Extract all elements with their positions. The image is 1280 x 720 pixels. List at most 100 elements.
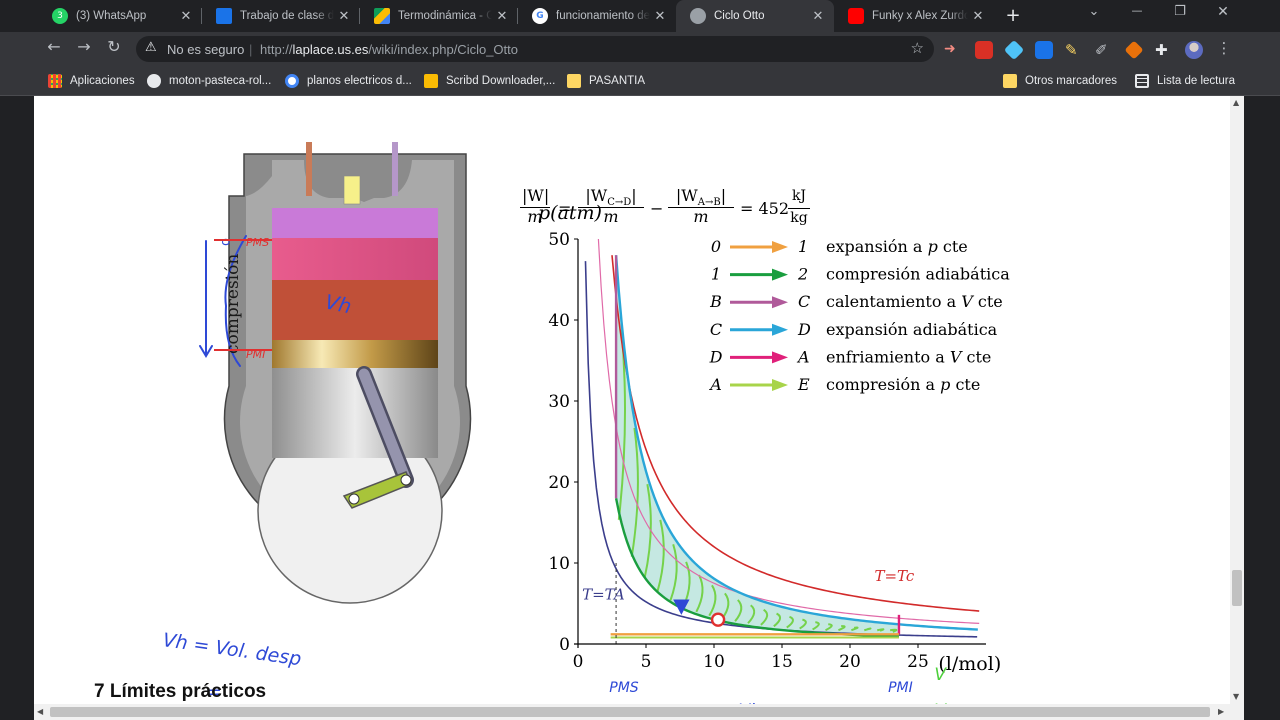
bookmark-pasantia[interactable]: PASANTIA xyxy=(567,72,645,90)
tab-title: Trabajo de clase de xyxy=(240,10,334,22)
legend-arrow-head xyxy=(772,323,788,336)
new-tab-button[interactable]: + xyxy=(1001,5,1025,26)
bookmark-scribd[interactable]: Scribd Downloader,... xyxy=(424,72,555,90)
drive-icon xyxy=(374,8,390,24)
close-tab-icon[interactable]: ✕ xyxy=(650,9,670,24)
minimize-button[interactable]: — xyxy=(1125,4,1149,17)
legend-arrow-head xyxy=(772,296,788,309)
reload-icon[interactable]: ↻ xyxy=(102,37,126,56)
scribd-icon xyxy=(424,74,438,88)
vertical-scroll-thumb[interactable] xyxy=(1232,570,1242,606)
vertical-scrollbar[interactable] xyxy=(1230,96,1244,704)
tab-ciclo-otto[interactable]: Ciclo Otto ✕ xyxy=(676,0,834,32)
tab-strip: 3 (3) WhatsApp ✕ Trabajo de clase de ✕ T… xyxy=(0,0,1280,32)
tab-whatsapp[interactable]: 3 (3) WhatsApp ✕ xyxy=(38,0,202,32)
globe-icon xyxy=(690,8,706,24)
bookmark-label: Lista de lectura xyxy=(1157,75,1235,87)
reading-list[interactable]: Lista de lectura xyxy=(1135,72,1235,90)
back-icon[interactable]: ← xyxy=(42,37,66,56)
folder-icon xyxy=(1003,74,1017,88)
extension-arrow-icon[interactable]: ➜ xyxy=(944,41,962,59)
close-tab-icon[interactable]: ✕ xyxy=(968,9,988,24)
y-tick-label: 50 xyxy=(548,230,570,250)
ta-label: T=TA xyxy=(582,585,625,603)
legend-from: D xyxy=(709,347,723,366)
legend-from: C xyxy=(710,320,722,339)
hatch-stroke xyxy=(877,628,885,632)
tab-drive[interactable]: Termodinámica - Go ✕ xyxy=(360,0,518,32)
bookmark-other-folder[interactable]: Otros marcadores xyxy=(1003,72,1117,90)
cycle-area xyxy=(616,255,899,636)
v-green-annotation: V xyxy=(934,665,947,685)
x-tick-label: 25 xyxy=(907,652,929,672)
y-tick-label: 0 xyxy=(559,635,570,655)
restore-button[interactable]: ❐ xyxy=(1168,4,1192,19)
bookmark-moton[interactable]: moton-pasteca-rol... xyxy=(147,72,271,90)
tab-youtube[interactable]: Funky x Alex Zurdo ✕ xyxy=(834,0,994,32)
legend-to: C xyxy=(798,292,810,311)
isotherm-ta xyxy=(584,261,978,638)
google-icon xyxy=(285,74,299,88)
legend-to: 2 xyxy=(797,265,808,284)
pmi-annotation: PMI xyxy=(888,680,913,696)
legend-from: 1 xyxy=(711,265,721,284)
state-marker-circle xyxy=(710,612,726,627)
legend-label: expansión adiabática xyxy=(826,320,998,339)
vh-equation-label: Vh = Vol. desp xyxy=(161,629,302,670)
whatsapp-icon: 3 xyxy=(52,8,68,24)
security-label[interactable]: No es seguro xyxy=(167,42,244,57)
legend-from: 0 xyxy=(711,237,721,256)
tab-classroom[interactable]: Trabajo de clase de ✕ xyxy=(202,0,360,32)
tab-title: (3) WhatsApp xyxy=(76,10,147,22)
close-tab-icon[interactable]: ✕ xyxy=(334,9,354,24)
legend-to: 1 xyxy=(798,237,808,256)
legend-label: enfriamiento a V cte xyxy=(826,347,991,366)
legend-from: B xyxy=(709,292,722,311)
tab-search-chevron-icon[interactable]: ⌄ xyxy=(1082,4,1106,19)
legend-to: E xyxy=(797,375,810,394)
extension-red-icon[interactable] xyxy=(975,41,993,59)
bookmark-star-icon[interactable]: ☆ xyxy=(911,39,924,57)
close-tab-icon[interactable]: ✕ xyxy=(492,9,512,24)
scroll-right-arrow-icon[interactable]: ▶ xyxy=(1218,707,1224,716)
bookmark-planos[interactable]: planos electricos d... xyxy=(285,72,412,90)
y-tick-label: 10 xyxy=(548,554,570,574)
tab-google-search[interactable]: G funcionamiento del ✕ xyxy=(518,0,676,32)
youtube-icon xyxy=(848,8,864,24)
close-tab-icon[interactable]: ✕ xyxy=(808,9,828,24)
legend-arrow-head xyxy=(772,351,788,364)
bookmark-apps[interactable]: Aplicaciones xyxy=(48,72,135,90)
x-tick-label: 10 xyxy=(703,652,725,672)
tab-title: Ciclo Otto xyxy=(714,10,765,22)
y-tick-label: 20 xyxy=(548,473,570,493)
url-text[interactable]: http://laplace.us.es/wiki/index.php/Cicl… xyxy=(260,42,518,57)
close-window-button[interactable]: ✕ xyxy=(1211,4,1235,20)
extension-pen-icon[interactable]: ✐ xyxy=(1095,41,1113,59)
forward-icon[interactable]: → xyxy=(72,37,96,56)
scroll-up-arrow-icon[interactable]: ▲ xyxy=(1233,98,1239,107)
bookmarks-bar: Aplicaciones moton-pasteca-rol... planos… xyxy=(0,66,1280,96)
profile-avatar[interactable] xyxy=(1185,41,1203,59)
scroll-down-arrow-icon[interactable]: ▼ xyxy=(1233,692,1239,701)
legend-label: compresión adiabática xyxy=(826,265,1010,284)
address-bar[interactable]: ⚠ No es seguro | http://laplace.us.es/wi… xyxy=(136,36,934,62)
bookmark-label: Otros marcadores xyxy=(1025,75,1118,87)
extension-highlighter-icon[interactable]: ✎ xyxy=(1065,41,1083,59)
menu-kebab-icon[interactable]: ⋮ xyxy=(1212,39,1236,57)
tc-label: T=Tc xyxy=(874,567,914,585)
reading-list-icon xyxy=(1135,74,1149,88)
legend-to: D xyxy=(797,320,811,339)
tab-title: Funky x Alex Zurdo xyxy=(872,10,968,22)
pmi-label: PMI xyxy=(246,348,265,361)
x-tick-label: 20 xyxy=(839,652,861,672)
compresion-label: compresión xyxy=(223,254,243,354)
y-tick-label: 40 xyxy=(548,311,570,331)
horizontal-scroll-thumb[interactable] xyxy=(50,707,1210,717)
close-tab-icon[interactable]: ✕ xyxy=(176,9,196,24)
scroll-left-arrow-icon[interactable]: ◀ xyxy=(37,707,43,716)
extensions-puzzle-icon[interactable]: ✚ xyxy=(1155,41,1173,59)
pms-label: PMS xyxy=(246,236,269,249)
legend-label: expansión a p cte xyxy=(826,237,968,256)
extension-translate-icon[interactable] xyxy=(1035,41,1053,59)
pms-annotation: PMS xyxy=(609,680,639,696)
